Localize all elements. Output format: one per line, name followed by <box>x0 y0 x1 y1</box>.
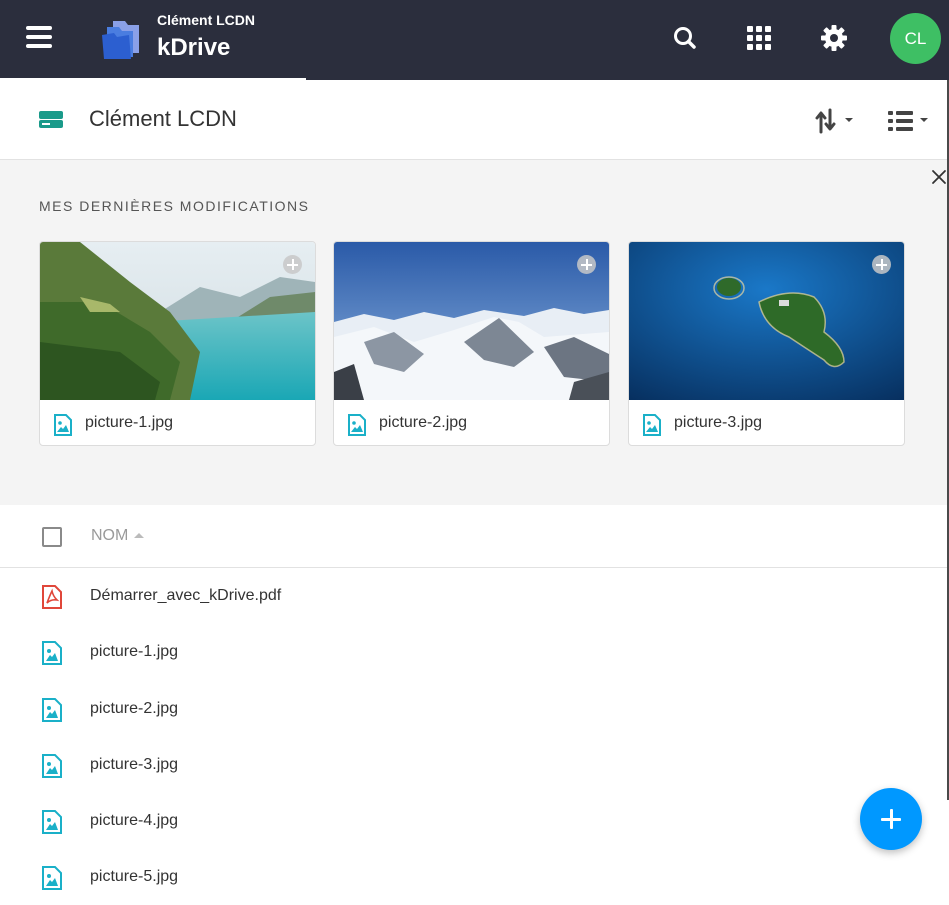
drive-icon <box>39 111 63 128</box>
add-icon[interactable] <box>577 255 596 274</box>
list-item-label: picture-2.jpg <box>90 700 179 717</box>
card-label: picture-3.jpg <box>674 414 763 431</box>
org-name: Clément LCDN <box>157 12 256 28</box>
image-file-icon <box>42 754 62 778</box>
menu-icon[interactable] <box>26 26 52 50</box>
card-label: picture-1.jpg <box>85 414 174 431</box>
recent-title: MES DERNIÈRES MODIFICATIONS <box>39 198 310 214</box>
image-file-icon <box>54 414 72 436</box>
image-file-icon <box>42 641 62 665</box>
image-file-icon <box>42 866 62 890</box>
column-name-label: NOM <box>91 527 129 544</box>
list-item[interactable]: Démarrer_avec_kDrive.pdf <box>0 568 947 624</box>
add-icon[interactable] <box>283 255 302 274</box>
sort-asc-icon <box>134 533 145 539</box>
recent-card-picture-3[interactable]: picture-3.jpg <box>628 241 905 446</box>
thumbnail-lake-valley <box>40 242 315 400</box>
list-item[interactable]: picture-2.jpg <box>0 681 947 737</box>
list-item[interactable]: picture-3.jpg <box>0 737 947 793</box>
recent-card-picture-2[interactable]: picture-2.jpg <box>333 241 610 446</box>
list-item-label: Démarrer_avec_kDrive.pdf <box>90 587 282 604</box>
card-label: picture-2.jpg <box>379 414 468 431</box>
list-item[interactable]: picture-4.jpg <box>0 793 947 849</box>
image-file-icon <box>348 414 366 436</box>
sort-icon[interactable] <box>812 106 858 136</box>
list-item-label: picture-4.jpg <box>90 812 179 829</box>
avatar[interactable]: CL <box>890 13 941 64</box>
thumbnail-island-aerial <box>629 242 904 400</box>
select-all-checkbox[interactable] <box>42 527 62 547</box>
list-item-label: picture-1.jpg <box>90 643 179 660</box>
pdf-file-icon <box>42 585 62 609</box>
search-icon[interactable] <box>669 22 701 54</box>
close-icon[interactable] <box>929 167 949 187</box>
recent-card-picture-1[interactable]: picture-1.jpg <box>39 241 316 446</box>
app-name: kDrive <box>157 34 231 61</box>
list-item[interactable]: picture-1.jpg <box>0 624 947 680</box>
thumbnail-snowy-mountains <box>334 242 609 400</box>
gear-icon[interactable] <box>818 22 850 54</box>
list-item-label: picture-5.jpg <box>90 868 179 885</box>
image-file-icon <box>42 810 62 834</box>
image-file-icon <box>42 698 62 722</box>
list-item[interactable]: picture-5.jpg <box>0 849 947 905</box>
page-title: Clément LCDN <box>89 106 237 131</box>
apps-grid-icon[interactable] <box>743 22 775 54</box>
list-view-icon[interactable] <box>884 106 932 136</box>
add-button[interactable] <box>860 788 922 850</box>
add-icon[interactable] <box>872 255 891 274</box>
list-item-label: picture-3.jpg <box>90 756 179 773</box>
column-name-header[interactable]: NOM <box>91 527 145 545</box>
image-file-icon <box>643 414 661 436</box>
kdrive-logo <box>102 21 139 59</box>
